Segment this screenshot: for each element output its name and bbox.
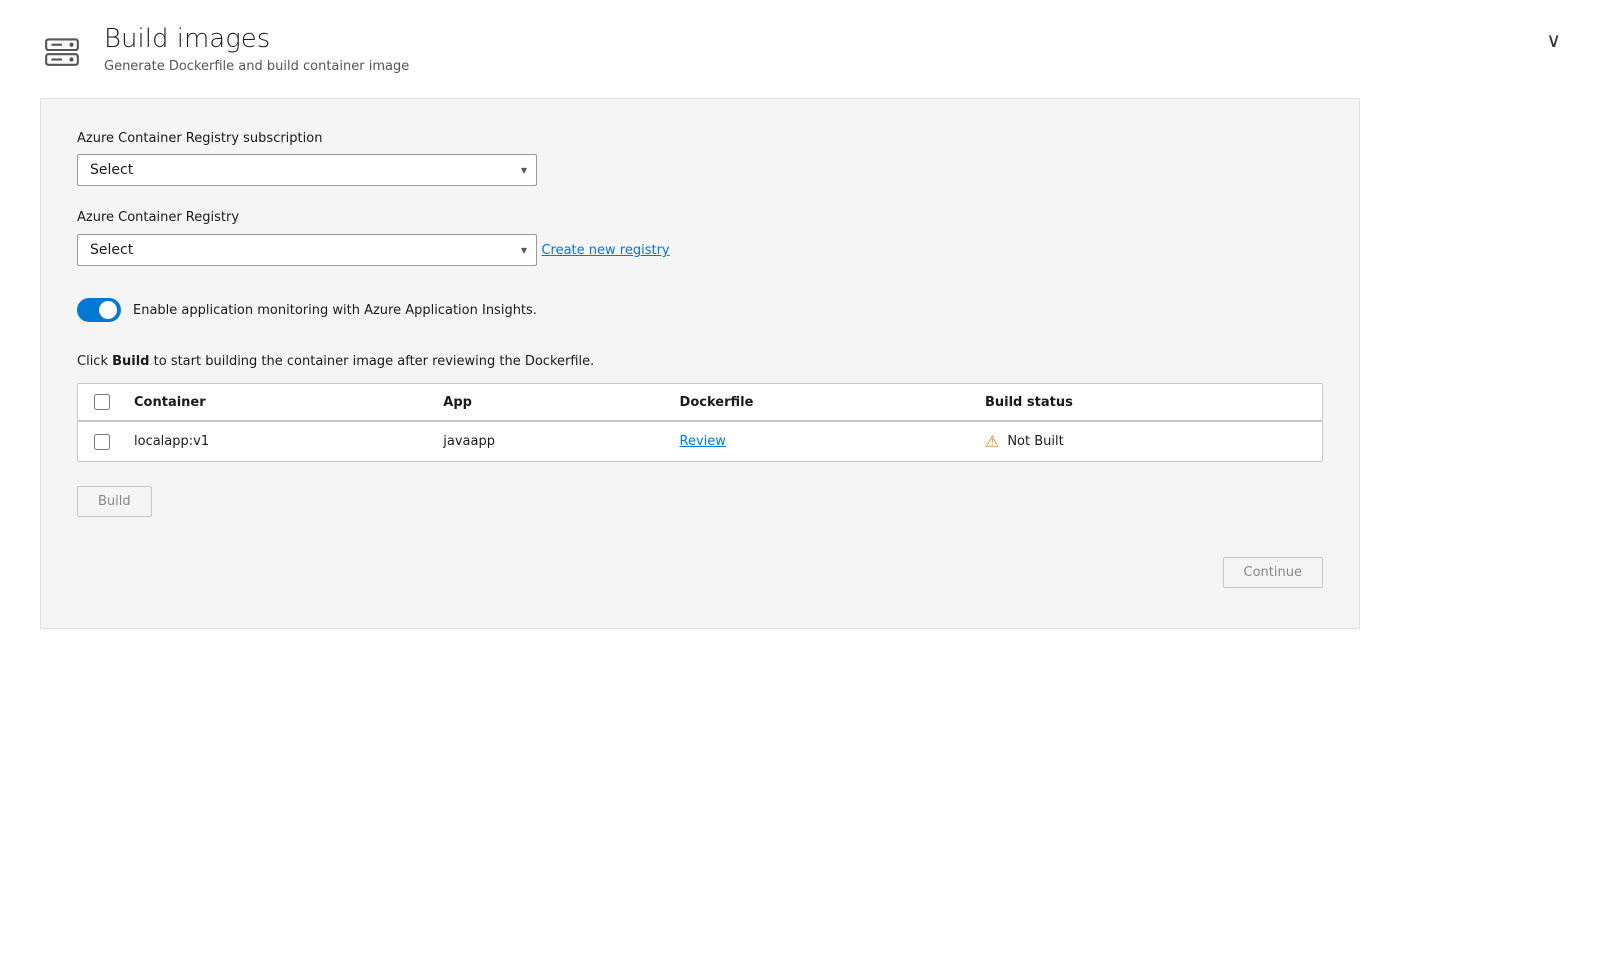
col-container: Container	[122, 384, 431, 421]
registry-label: Azure Container Registry	[77, 210, 1323, 225]
table-row: localapp:v1 javaapp Review ⚠ Not Built	[78, 421, 1322, 461]
page-title: Build images	[104, 24, 409, 55]
build-instruction-prefix: Click	[77, 354, 112, 369]
build-images-icon	[43, 31, 81, 69]
subscription-label: Azure Container Registry subscription	[77, 131, 1323, 146]
registry-select[interactable]: Select	[77, 234, 537, 266]
toggle-label: Enable application monitoring with Azure…	[133, 303, 537, 318]
toggle-slider	[77, 298, 121, 322]
row-checkbox-cell	[78, 421, 122, 461]
registry-section: Azure Container Registry Select ▾ Create…	[77, 210, 1323, 266]
warning-icon: ⚠	[985, 432, 999, 451]
build-table-container: Container App Dockerfile Build status	[77, 383, 1323, 462]
select-all-checkbox[interactable]	[94, 394, 110, 410]
col-dockerfile: Dockerfile	[668, 384, 973, 421]
footer-row: Continue	[77, 557, 1323, 588]
row-checkbox[interactable]	[94, 434, 110, 450]
collapse-button[interactable]: ∨	[1538, 24, 1569, 57]
build-table: Container App Dockerfile Build status	[78, 384, 1322, 461]
subscription-select-wrapper: Select ▾	[77, 154, 537, 186]
main-card: Azure Container Registry subscription Se…	[40, 98, 1360, 629]
row-dockerfile: Review	[668, 421, 973, 461]
build-instruction-suffix: to start building the container image af…	[150, 354, 595, 369]
build-instruction-bold: Build	[112, 354, 149, 369]
table-body: localapp:v1 javaapp Review ⚠ Not Built	[78, 421, 1322, 461]
col-app: App	[431, 384, 667, 421]
page-icon	[40, 28, 84, 72]
row-container: localapp:v1	[122, 421, 431, 461]
page-subtitle: Generate Dockerfile and build container …	[104, 59, 409, 74]
create-registry-link[interactable]: Create new registry	[541, 243, 669, 258]
build-status-text: Not Built	[1007, 434, 1063, 449]
header-text-block: Build images Generate Dockerfile and bui…	[104, 24, 409, 74]
subscription-section: Azure Container Registry subscription Se…	[77, 131, 1323, 186]
continue-button[interactable]: Continue	[1223, 557, 1323, 588]
row-app: javaapp	[431, 421, 667, 461]
page-header: Build images Generate Dockerfile and bui…	[40, 24, 1569, 74]
build-button[interactable]: Build	[77, 486, 152, 517]
button-row: Build	[77, 486, 1323, 517]
subscription-select[interactable]: Select	[77, 154, 537, 186]
build-section: Click Build to start building the contai…	[77, 354, 1323, 517]
row-build-status: ⚠ Not Built	[973, 421, 1322, 461]
registry-select-wrapper: Select ▾	[77, 234, 537, 266]
build-instruction: Click Build to start building the contai…	[77, 354, 1323, 369]
col-checkbox	[78, 384, 122, 421]
monitoring-toggle[interactable]	[77, 298, 121, 322]
toggle-section: Enable application monitoring with Azure…	[77, 298, 1323, 322]
review-button[interactable]: Review	[680, 434, 726, 449]
table-header: Container App Dockerfile Build status	[78, 384, 1322, 421]
col-build-status: Build status	[973, 384, 1322, 421]
